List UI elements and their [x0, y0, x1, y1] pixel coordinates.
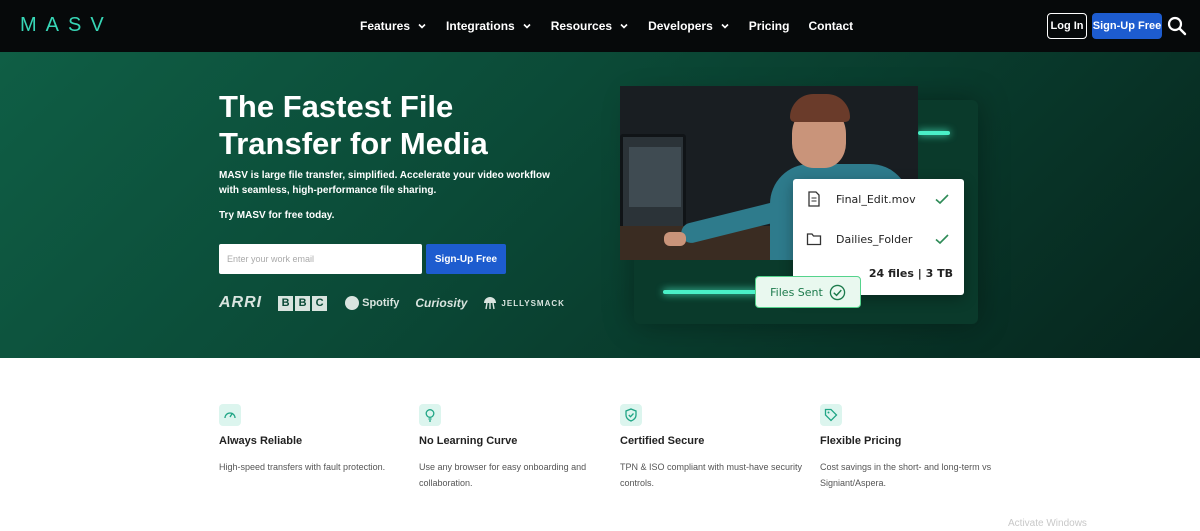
chevron-down-icon	[418, 23, 426, 29]
files-sent-badge: Files Sent	[755, 276, 861, 308]
feature-certified-secure: Certified Secure TPN & ISO compliant wit…	[620, 404, 810, 491]
curiosity-logo: Curiosity	[415, 296, 468, 310]
folder-icon	[806, 233, 822, 246]
check-circle-icon	[829, 284, 846, 300]
shield-check-icon	[620, 404, 642, 426]
nav-signup-button[interactable]: Sign-Up Free	[1092, 13, 1162, 39]
file-row: Final_Edit.mov	[793, 179, 964, 219]
menu-item-resources[interactable]: Resources	[551, 19, 629, 33]
hero-try-text: Try MASV for free today.	[219, 210, 335, 221]
feature-desc: Use any browser for easy onboarding and …	[419, 462, 587, 488]
jellysmack-logo: JELLYSMACK	[483, 296, 565, 310]
files-sent-label: Files Sent	[770, 285, 823, 299]
arri-logo: ARRI	[219, 294, 263, 311]
check-icon	[935, 234, 949, 245]
speedometer-icon	[219, 404, 241, 426]
top-nav: MASV Features Integrations Resources Dev…	[0, 0, 1200, 52]
search-icon[interactable]	[1167, 16, 1187, 36]
hero-title: The Fastest File Transfer for Media	[219, 89, 488, 161]
hero-subtitle: MASV is large file transfer, simplified.…	[219, 170, 550, 196]
menu-label: Developers	[648, 19, 713, 33]
bbc-logo: BBC	[278, 295, 329, 311]
beanie	[790, 94, 850, 122]
file-name: Dailies_Folder	[836, 232, 913, 246]
menu-item-contact[interactable]: Contact	[808, 19, 853, 33]
chevron-down-icon	[721, 23, 729, 29]
file-icon	[808, 191, 820, 207]
menu-label: Features	[360, 19, 411, 33]
jellysmack-label: JELLYSMACK	[501, 298, 565, 308]
monitor	[620, 134, 686, 232]
feature-desc: High-speed transfers with fault protecti…	[219, 462, 386, 472]
menu-label: Integrations	[446, 19, 515, 33]
spotify-icon	[345, 296, 360, 310]
menu-item-integrations[interactable]: Integrations	[446, 19, 532, 33]
chevron-down-icon	[523, 23, 531, 29]
main-menu: Features Integrations Resources Develope…	[360, 0, 872, 52]
hero-signup-button[interactable]: Sign-Up Free	[426, 244, 506, 274]
glow-line	[918, 131, 950, 135]
masv-logo[interactable]: MASV	[20, 14, 113, 37]
feature-desc: Cost savings in the short- and long-term…	[820, 462, 992, 488]
feature-desc: TPN & ISO compliant with must-have secur…	[620, 462, 803, 488]
login-button[interactable]: Log In	[1047, 13, 1087, 39]
feature-title: No Learning Curve	[419, 435, 518, 447]
person-hand	[664, 232, 686, 246]
feature-no-learning-curve: No Learning Curve Use any browser for ea…	[419, 404, 609, 491]
spotify-logo: Spotify	[345, 296, 399, 310]
menu-item-pricing[interactable]: Pricing	[749, 19, 790, 33]
file-row: Dailies_Folder	[793, 219, 964, 259]
lightbulb-icon	[419, 404, 441, 426]
menu-label: Contact	[808, 19, 854, 33]
spotify-label: Spotify	[362, 297, 400, 309]
features-section: Always Reliable High-speed transfers wit…	[0, 358, 1200, 531]
menu-item-features[interactable]: Features	[360, 19, 427, 33]
feature-title: Flexible Pricing	[820, 435, 902, 447]
glow-line	[663, 290, 759, 294]
file-name: Final_Edit.mov	[836, 192, 916, 206]
activate-windows-watermark: Activate Windows	[1008, 518, 1087, 529]
chevron-down-icon	[620, 23, 628, 29]
price-tag-icon	[820, 404, 842, 426]
feature-title: Always Reliable	[219, 435, 303, 447]
menu-label: Pricing	[748, 19, 790, 33]
feature-flexible-pricing: Flexible Pricing Cost savings in the sho…	[820, 404, 1010, 491]
feature-always-reliable: Always Reliable High-speed transfers wit…	[219, 404, 409, 475]
jellyfish-icon	[484, 297, 497, 310]
email-field[interactable]	[219, 244, 422, 274]
hero-section: The Fastest File Transfer for Media MASV…	[0, 52, 1200, 358]
feature-title: Certified Secure	[620, 435, 705, 447]
menu-item-developers[interactable]: Developers	[648, 19, 730, 33]
check-icon	[935, 194, 949, 205]
client-logos: ARRI BBC Spotify Curiosity JELLYSMACK	[219, 292, 581, 314]
menu-label: Resources	[550, 19, 613, 33]
